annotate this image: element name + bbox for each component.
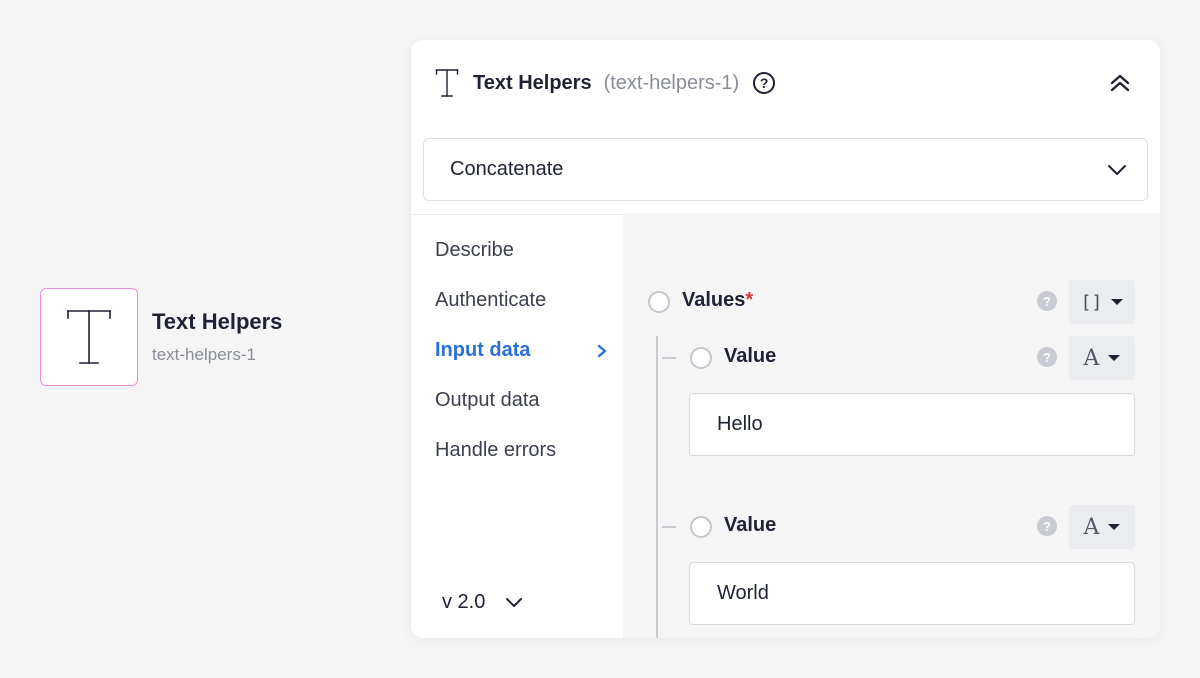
action-select-value: Concatenate	[450, 158, 564, 180]
caret-down-icon	[1108, 524, 1121, 530]
step-sidebar: Describe Authenticate Input data Output …	[411, 215, 623, 638]
values-label: Values*	[682, 289, 753, 312]
chevron-down-icon	[506, 598, 523, 607]
caret-down-icon	[1111, 299, 1124, 305]
version-label: v 2.0	[442, 591, 486, 613]
chevron-down-icon	[1108, 164, 1126, 175]
values-radio[interactable]	[648, 291, 670, 313]
panel-header: Text Helpers (text-helpers-1) ?	[411, 40, 1160, 126]
value-label: Value	[724, 345, 777, 367]
text-type-icon: A	[1083, 345, 1100, 371]
value-input-text: Hello	[717, 413, 763, 435]
panel-id-label: (text-helpers-1)	[603, 71, 740, 94]
double-chevron-up-icon	[1110, 74, 1130, 92]
node-subtitle: text-helpers-1	[152, 345, 256, 364]
caret-down-icon	[1108, 355, 1121, 361]
tree-branch	[662, 357, 676, 359]
values-label-text: Values	[682, 289, 746, 311]
value-input[interactable]: Hello	[689, 393, 1135, 456]
text-t-icon	[67, 310, 111, 364]
type-select-button[interactable]: A	[1069, 336, 1135, 380]
canvas-node[interactable]: Text Helpers text-helpers-1	[40, 288, 282, 386]
collapse-button[interactable]	[1106, 69, 1134, 97]
nav-item-label: Output data	[435, 389, 540, 411]
array-type-icon: []	[1080, 291, 1103, 313]
nav-item-describe[interactable]: Describe	[435, 239, 607, 262]
nav-item-input-data[interactable]: Input data	[435, 339, 607, 362]
value-input[interactable]: World	[689, 562, 1135, 625]
action-select[interactable]: Concatenate	[423, 138, 1148, 201]
nav-item-label: Input data	[435, 339, 531, 361]
text-t-icon	[435, 69, 459, 97]
value-label: Value	[724, 514, 777, 536]
value-radio[interactable]	[690, 516, 712, 538]
tree-line	[656, 336, 658, 638]
type-select-button[interactable]: []	[1069, 280, 1135, 324]
help-icon[interactable]: ?	[1037, 516, 1057, 536]
required-mark: *	[745, 289, 754, 311]
nav-item-authenticate[interactable]: Authenticate	[435, 289, 607, 312]
help-circle-icon[interactable]: ?	[753, 72, 776, 94]
input-data-content: Values* ? [] Value ? A Hello Value ? A W…	[623, 215, 1160, 638]
node-icon-box[interactable]	[40, 288, 138, 386]
nav-item-handle-errors[interactable]: Handle errors	[435, 439, 607, 462]
help-icon[interactable]: ?	[1037, 291, 1057, 311]
help-icon[interactable]: ?	[1037, 347, 1057, 367]
nav-item-label: Describe	[435, 239, 514, 261]
value-input-text: World	[717, 582, 769, 604]
value-radio[interactable]	[690, 347, 712, 369]
tree-branch	[662, 526, 676, 528]
panel-title: Text Helpers	[473, 71, 592, 94]
step-config-panel: Text Helpers (text-helpers-1) ? Concaten…	[411, 40, 1160, 638]
type-select-button[interactable]: A	[1069, 505, 1135, 549]
text-type-icon: A	[1083, 514, 1100, 540]
version-select[interactable]: v 2.0	[442, 591, 523, 614]
chevron-right-icon	[597, 344, 607, 357]
nav-item-output-data[interactable]: Output data	[435, 389, 607, 412]
nav-item-label: Authenticate	[435, 289, 547, 311]
nav-item-label: Handle errors	[435, 439, 557, 461]
node-title: Text Helpers	[152, 309, 283, 334]
